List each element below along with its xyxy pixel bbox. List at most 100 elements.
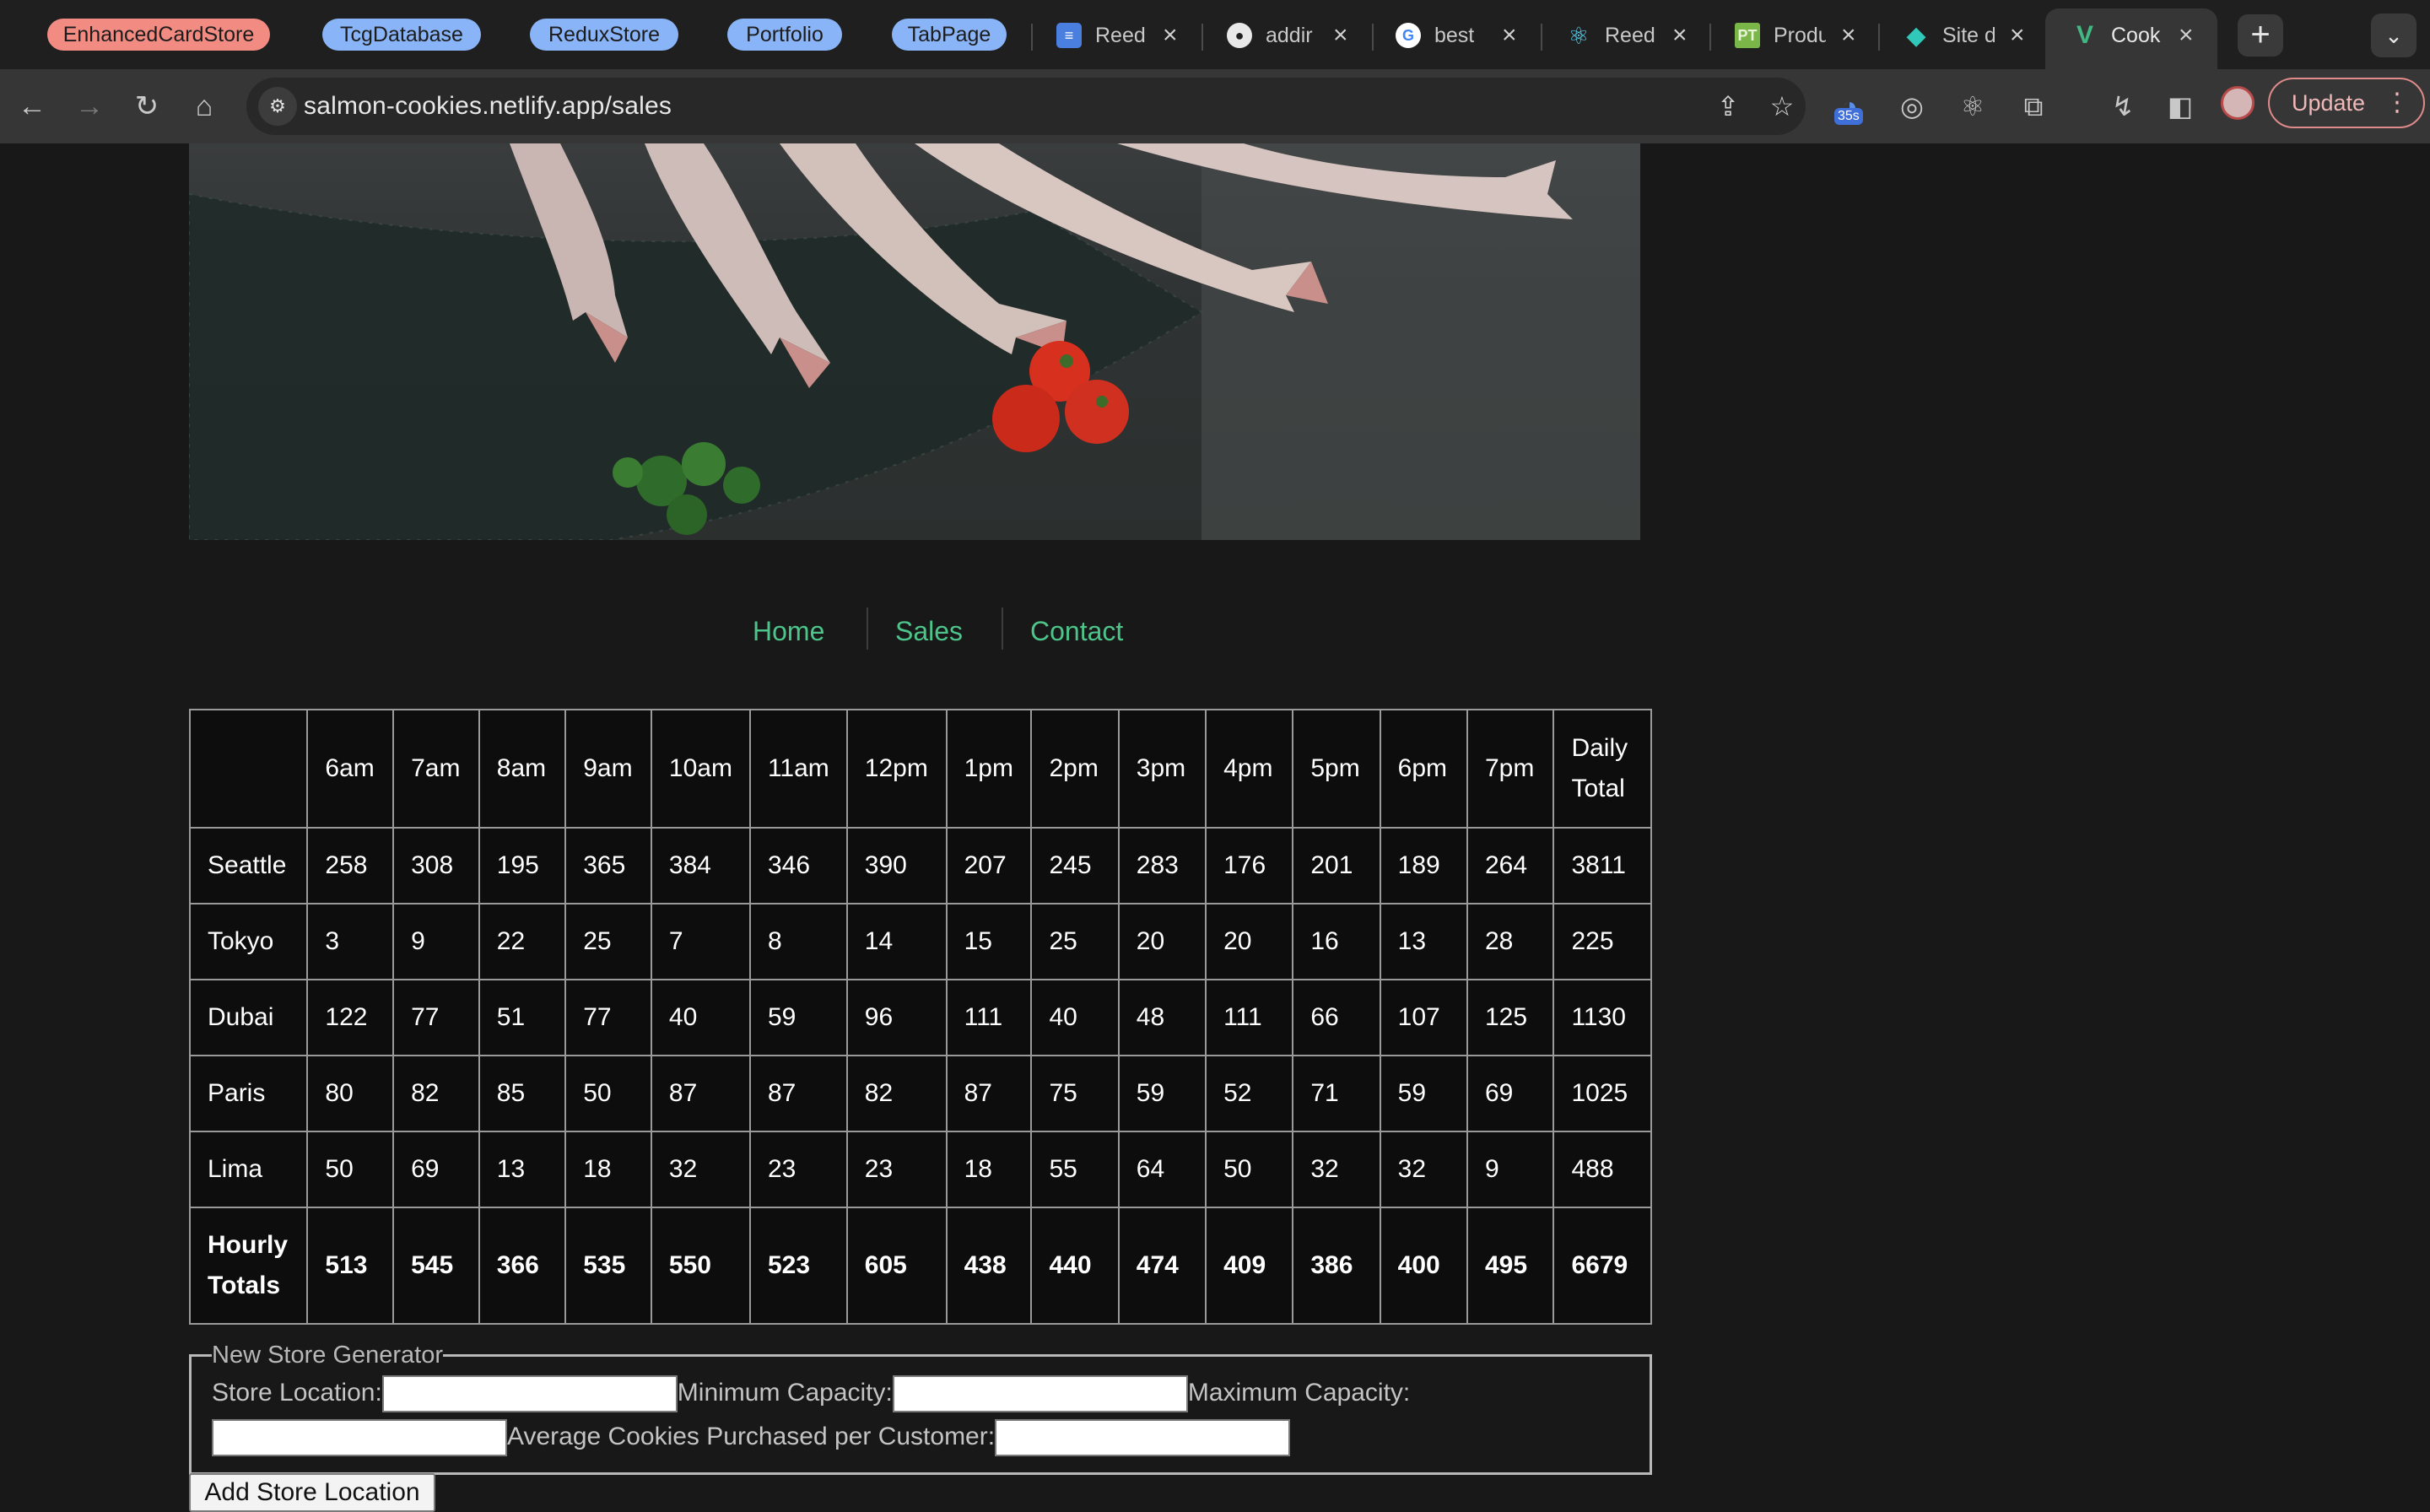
tab-title: Cook	[2111, 23, 2161, 47]
sales-cell: 32	[1379, 1131, 1468, 1208]
store-location-input[interactable]	[381, 1375, 678, 1413]
min-capacity-input[interactable]	[892, 1375, 1188, 1413]
tab-separator	[1202, 24, 1203, 51]
tab-netlify-site[interactable]: ◆ Site d ×	[1904, 19, 2025, 52]
performance-icon[interactable]: ↯	[2104, 88, 2141, 125]
max-capacity-input[interactable]	[212, 1419, 507, 1457]
address-bar[interactable]: ⚙ salmon-cookies.netlify.app/sales ⇪ ☆	[246, 78, 1806, 135]
target-extension-icon[interactable]: ◎	[1893, 88, 1930, 125]
puzzle-extensions-icon[interactable]: ⧉	[2015, 88, 2052, 125]
add-store-location-button[interactable]: Add Store Location	[189, 1473, 435, 1512]
sales-cell: 14	[845, 903, 948, 980]
site-info-icon[interactable]: ⚙	[258, 87, 297, 126]
sales-cell: 9	[392, 903, 480, 980]
tab-title: Produ	[1774, 23, 1826, 47]
sales-cell: 22	[478, 903, 567, 980]
url-text[interactable]: salmon-cookies.netlify.app/sales	[304, 92, 672, 121]
side-panel-icon[interactable]: ◧	[2162, 88, 2199, 125]
nav-link-contact[interactable]: Contact	[1030, 616, 1123, 647]
update-label: Update	[2292, 90, 2366, 116]
docs-icon: ≡	[1056, 23, 1082, 48]
tab-search-button[interactable]: ⌄	[2371, 14, 2416, 57]
form-legend: New Store Generator	[212, 1342, 444, 1369]
tab-cookies-active[interactable]: V Cook ×	[2072, 19, 2194, 52]
avg-cookies-input[interactable]	[995, 1419, 1291, 1457]
close-icon[interactable]: ×	[1672, 21, 1688, 50]
tab-title: Reed	[1605, 23, 1655, 47]
close-icon[interactable]: ×	[1333, 21, 1348, 50]
home-button[interactable]: ⌂	[182, 84, 226, 128]
sales-cell: 13	[478, 1131, 567, 1208]
bookmark-star-icon[interactable]: ☆	[1765, 89, 1799, 123]
row-location-cell: Tokyo	[188, 903, 309, 980]
hourly-total-cell: 535	[564, 1207, 652, 1325]
hourly-total-cell: 605	[845, 1207, 948, 1325]
menu-dots-icon[interactable]: ⋮	[2384, 79, 2410, 127]
reload-button[interactable]: ↻	[125, 84, 169, 128]
min-capacity-label: Minimum Capacity:	[677, 1379, 893, 1407]
sales-cell: 48	[1117, 979, 1207, 1056]
tab-google-search[interactable]: G best ×	[1396, 19, 1517, 52]
close-icon[interactable]: ×	[1841, 21, 1856, 50]
sales-cell: 28	[1466, 903, 1555, 980]
sales-cell: 189	[1379, 827, 1468, 904]
sales-cell: 40	[650, 979, 751, 1056]
tab-github[interactable]: ● addir ×	[1227, 19, 1348, 52]
sales-cell: 71	[1292, 1055, 1381, 1132]
row-daily-total-cell: 3811	[1552, 827, 1652, 904]
tab-strip: EnhancedCardStore TcgDatabase ReduxStore…	[0, 0, 2430, 69]
tab-group-reduxstore[interactable]: ReduxStore	[530, 19, 678, 51]
hourly-total-cell: 474	[1117, 1207, 1207, 1325]
profile-avatar[interactable]	[2221, 86, 2254, 120]
hourly-total-cell: 513	[306, 1207, 395, 1325]
close-icon[interactable]: ×	[1163, 21, 1178, 50]
forward-button[interactable]: →	[68, 84, 111, 128]
sales-cell: 390	[845, 827, 948, 904]
nav-divider	[1002, 608, 1003, 650]
sales-cell: 283	[1117, 827, 1207, 904]
tab-group-portfolio[interactable]: Portfolio	[727, 19, 842, 51]
new-tab-button[interactable]: +	[2238, 14, 2283, 57]
table-row: Seattle 258 308 195 365 384 346 390 207 245 283 176…	[188, 827, 1652, 904]
sales-cell: 32	[650, 1131, 751, 1208]
update-button[interactable]: Update ⋮	[2268, 78, 2425, 128]
tab-title: best	[1434, 23, 1475, 47]
pt-icon: PT	[1735, 23, 1760, 48]
sales-cell: 122	[306, 979, 395, 1056]
tab-group-tcgdatabase[interactable]: TcgDatabase	[322, 19, 481, 51]
max-capacity-label: Maximum Capacity:	[1187, 1379, 1411, 1407]
extension-badge: 35s	[1834, 108, 1863, 125]
header-hour-cell: 2pm	[1030, 709, 1120, 829]
sales-cell: 69	[1466, 1055, 1555, 1132]
react-devtools-icon[interactable]: ⚛	[1954, 88, 1991, 125]
sales-cell: 18	[945, 1131, 1033, 1208]
share-icon[interactable]: ⇪	[1711, 89, 1745, 123]
sales-cell: 75	[1030, 1055, 1120, 1132]
table-row: Dubai 122 77 51 77 40 59 96 111 40 48 111 66 107 125 11…	[188, 979, 1652, 1056]
close-icon[interactable]: ×	[2179, 21, 2194, 50]
site-navigation: Home Sales Contact	[0, 608, 2430, 658]
hourly-total-cell: 400	[1379, 1207, 1468, 1325]
table-header-row: 6am 7am 8am 9am 10am 11am 12pm 1pm 2pm 3pm 4pm 5pm 6…	[188, 709, 1652, 829]
tab-products[interactable]: PT Produ ×	[1735, 19, 1856, 52]
sales-cell: 8	[748, 903, 848, 980]
hourly-total-cell: 438	[945, 1207, 1033, 1325]
hourly-total-cell: 523	[748, 1207, 848, 1325]
tab-group-tabpage[interactable]: TabPage	[892, 19, 1007, 51]
close-icon[interactable]: ×	[1502, 21, 1517, 50]
back-button[interactable]: ←	[10, 84, 54, 128]
sales-cell: 80	[306, 1055, 395, 1132]
tab-group-enhancedcardstore[interactable]: EnhancedCardStore	[47, 19, 270, 51]
sales-cell: 195	[478, 827, 567, 904]
close-icon[interactable]: ×	[2010, 21, 2025, 50]
row-daily-total-cell: 225	[1552, 903, 1652, 980]
header-hour-cell: 10am	[650, 709, 751, 829]
header-hour-cell: 7am	[392, 709, 480, 829]
nav-link-sales[interactable]: Sales	[895, 616, 963, 647]
hourly-total-cell: 440	[1030, 1207, 1120, 1325]
tab-reed-react[interactable]: ⚛ Reed ×	[1566, 19, 1688, 52]
sales-cell: 176	[1205, 827, 1294, 904]
tab-reed-docs[interactable]: ≡ Reed ×	[1056, 19, 1178, 52]
nav-link-home[interactable]: Home	[753, 616, 824, 647]
sales-cell: 87	[650, 1055, 751, 1132]
